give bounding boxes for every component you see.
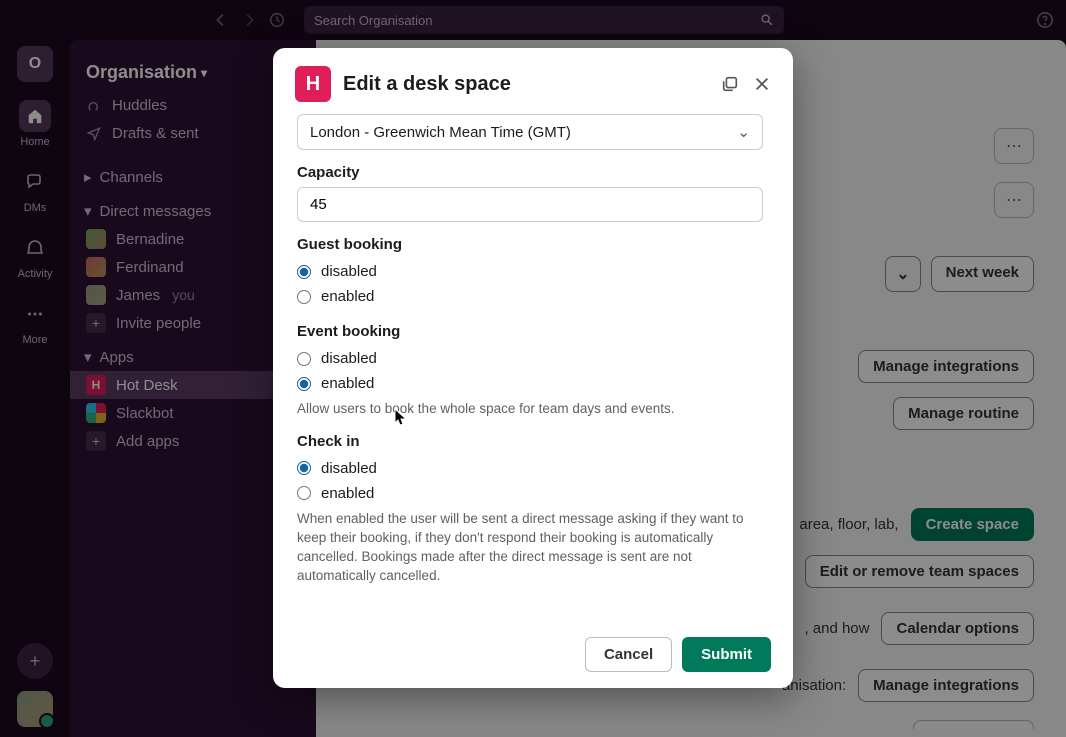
close-icon[interactable] — [753, 75, 771, 93]
event-booking-label: Event booking — [297, 323, 763, 340]
capacity-input[interactable] — [297, 187, 763, 222]
modal-body: London - Greenwich Mean Time (GMT) ⌄ Cap… — [273, 108, 793, 621]
edit-desk-space-modal: H Edit a desk space London - Greenwich M… — [273, 48, 793, 688]
checkin-disabled-radio[interactable]: disabled — [297, 456, 763, 481]
cancel-button[interactable]: Cancel — [585, 637, 672, 672]
event-enabled-radio[interactable]: enabled — [297, 371, 763, 396]
hot-desk-icon: H — [295, 66, 331, 102]
guest-enabled-radio[interactable]: enabled — [297, 284, 763, 309]
timezone-select[interactable]: London - Greenwich Mean Time (GMT) ⌄ — [297, 114, 763, 150]
guest-booking-label: Guest booking — [297, 236, 763, 253]
popout-icon[interactable] — [721, 75, 739, 93]
event-help-text: Allow users to book the whole space for … — [297, 400, 763, 419]
modal-title: Edit a desk space — [343, 73, 511, 96]
submit-button[interactable]: Submit — [682, 637, 771, 672]
checkin-help-text: When enabled the user will be sent a dir… — [297, 510, 763, 586]
modal-footer: Cancel Submit — [273, 621, 793, 688]
guest-disabled-radio[interactable]: disabled — [297, 259, 763, 284]
modal-header: H Edit a desk space — [273, 48, 793, 108]
checkin-label: Check in — [297, 433, 763, 450]
event-disabled-radio[interactable]: disabled — [297, 346, 763, 371]
chevron-down-icon: ⌄ — [737, 123, 750, 141]
checkin-enabled-radio[interactable]: enabled — [297, 481, 763, 506]
capacity-label: Capacity — [297, 164, 763, 181]
